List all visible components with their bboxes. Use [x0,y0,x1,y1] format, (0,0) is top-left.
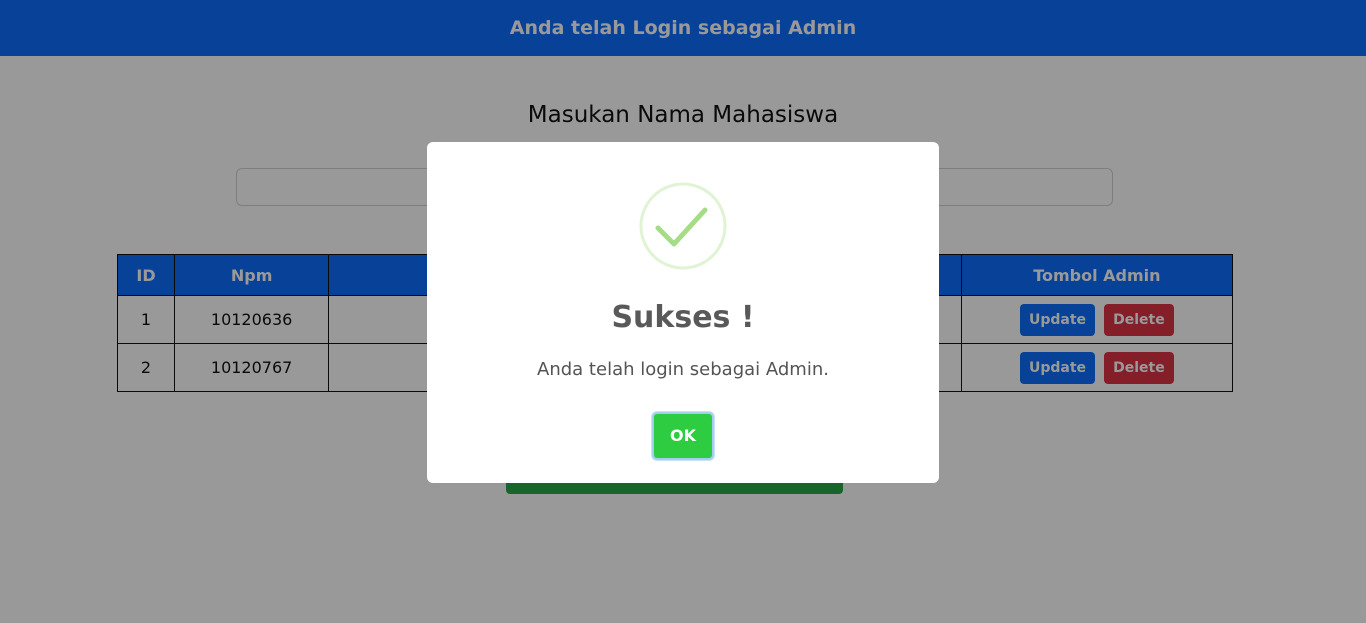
check-circle-icon [639,182,727,270]
modal-title: Sukses ! [611,300,755,335]
success-modal: Sukses ! Anda telah login sebagai Admin.… [427,142,939,483]
modal-message: Anda telah login sebagai Admin. [537,359,829,380]
ok-button[interactable]: OK [652,412,714,460]
